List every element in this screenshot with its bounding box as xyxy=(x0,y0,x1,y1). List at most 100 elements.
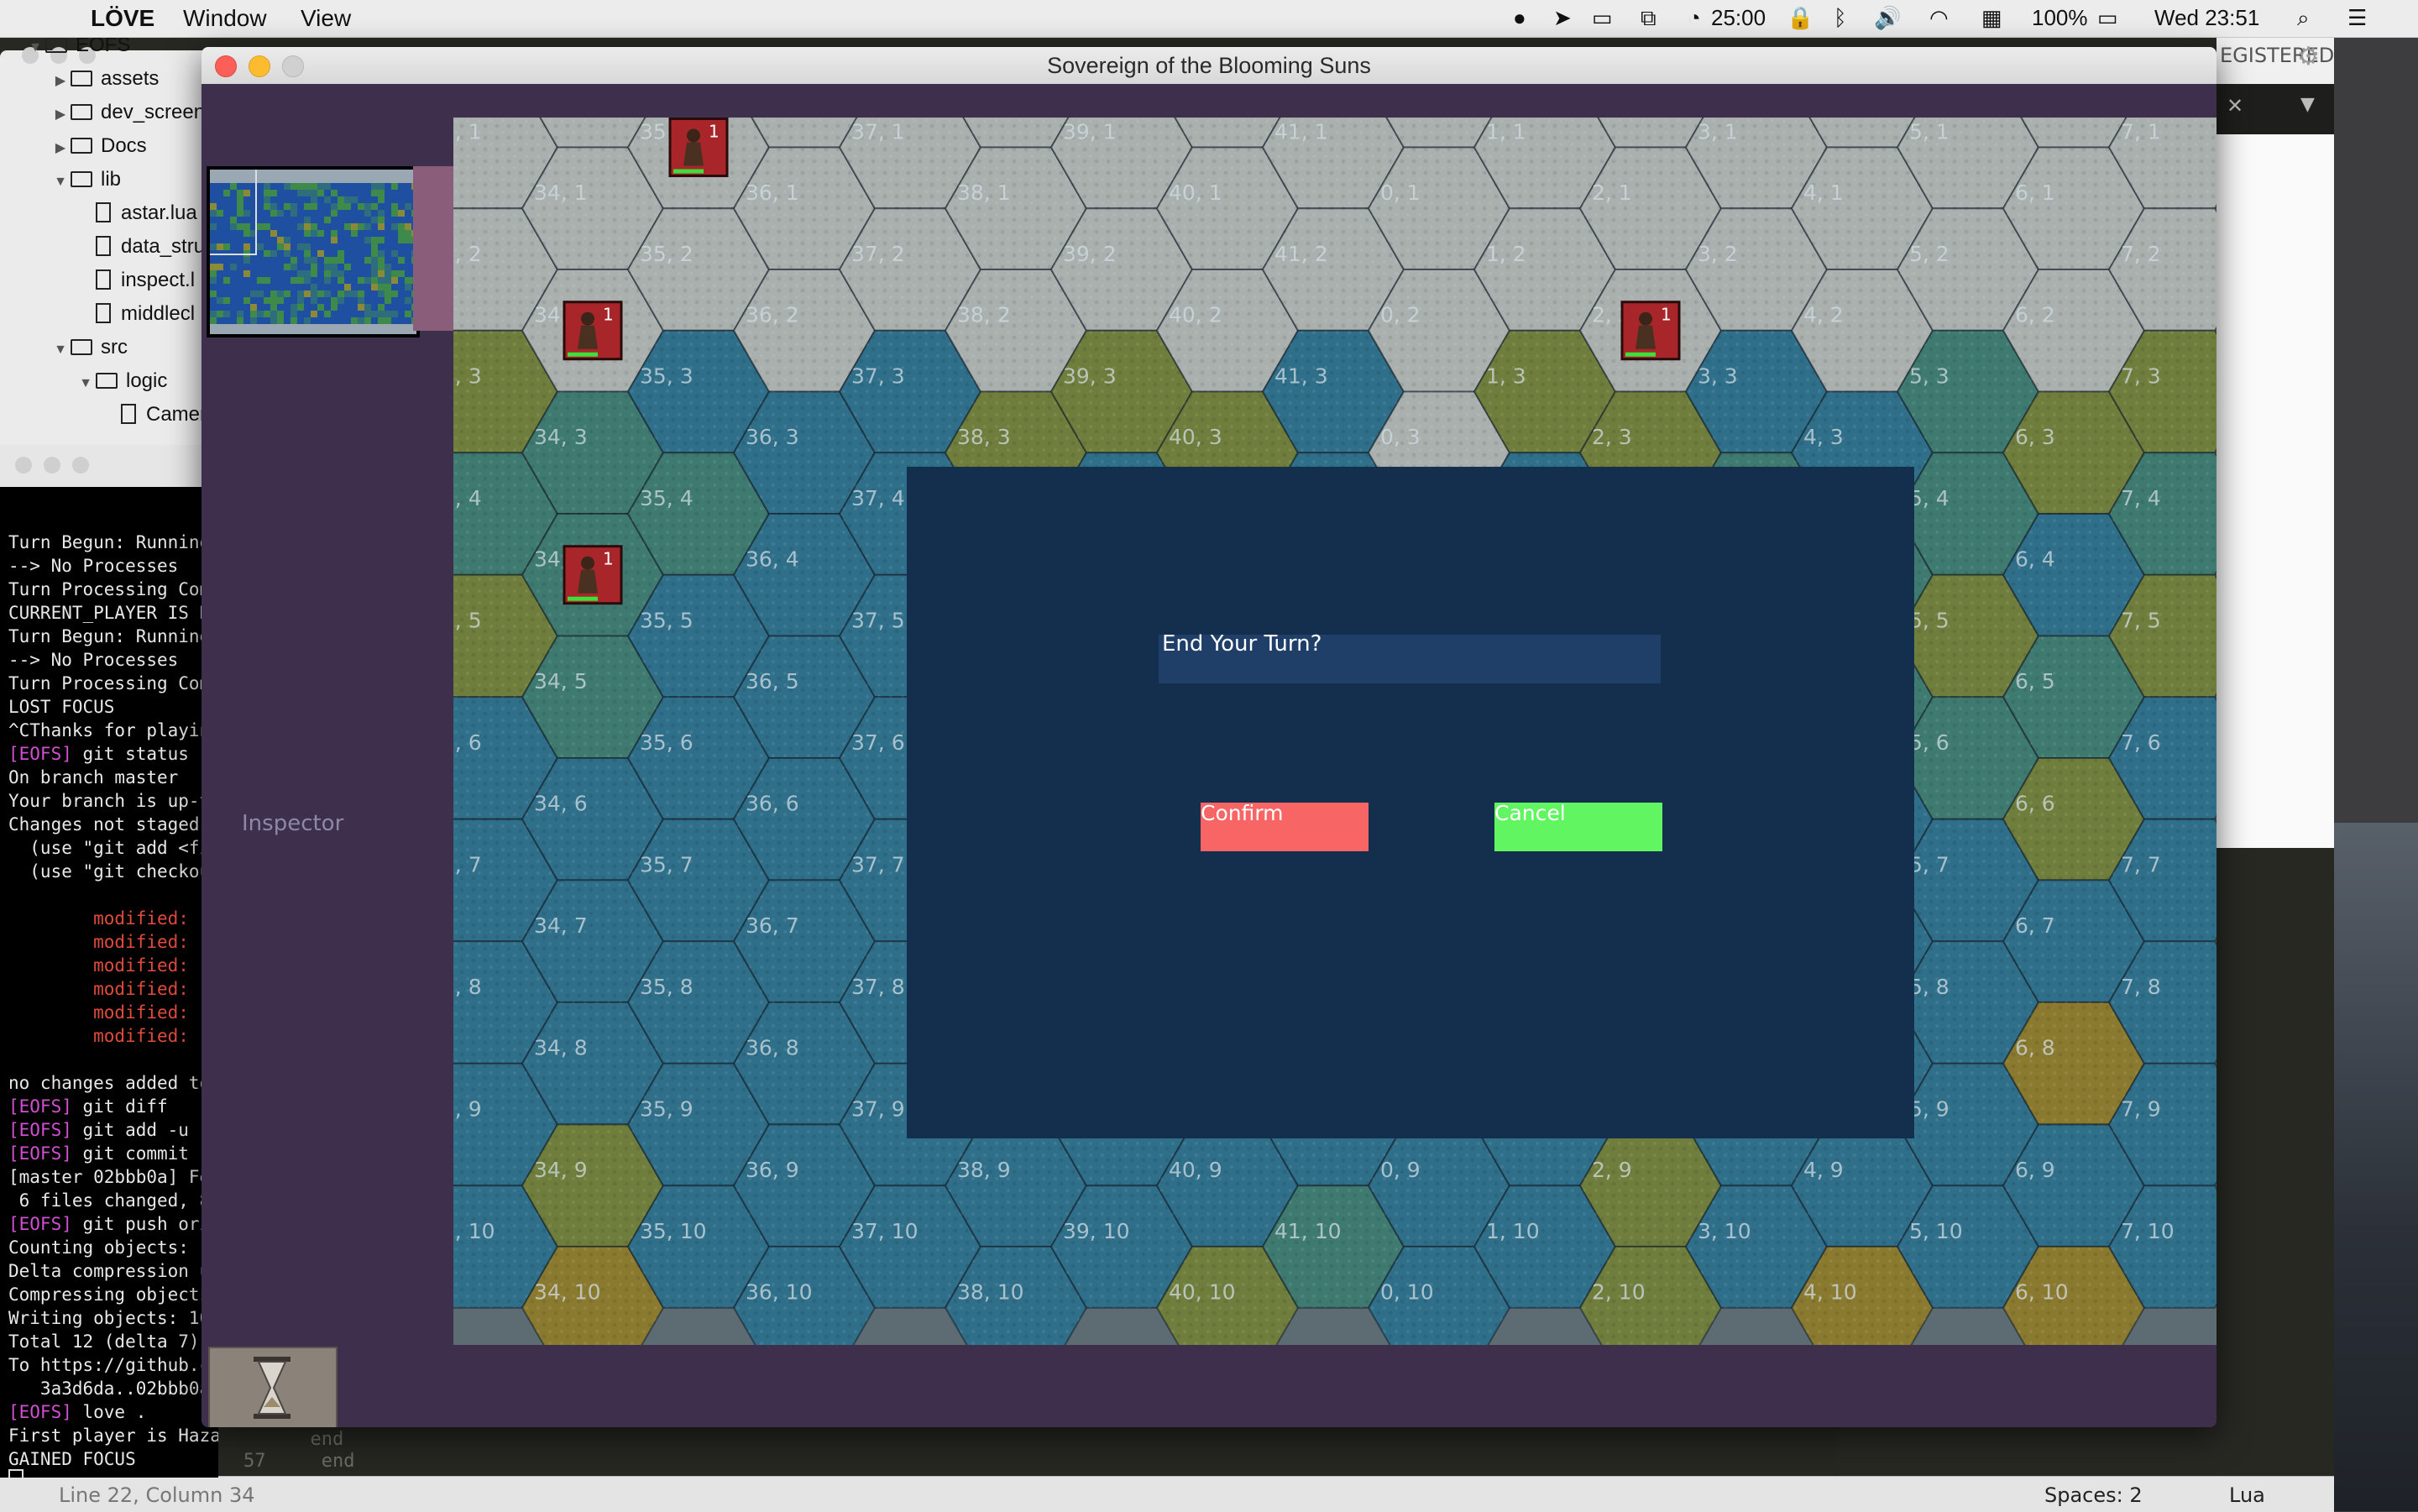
minimap-cell xyxy=(398,237,405,243)
unit-token[interactable]: 1 xyxy=(563,301,623,361)
menu-window[interactable]: Window xyxy=(183,5,267,32)
tree-file[interactable]: data_stru xyxy=(76,235,205,259)
minimap-cell xyxy=(264,223,270,230)
hex-coord-label: 7, 3 xyxy=(2121,364,2161,388)
wifi-icon[interactable]: ◠ xyxy=(1929,5,1949,31)
minimap-cell xyxy=(270,237,277,243)
minimap-cell xyxy=(257,243,264,250)
minimap-cell xyxy=(385,297,391,304)
gear-icon[interactable]: ⚙ xyxy=(2297,42,2320,71)
minimap-cell xyxy=(264,331,270,334)
close-window-button[interactable] xyxy=(215,55,237,77)
minimap-cell xyxy=(250,277,257,284)
minimap-cell xyxy=(290,223,297,230)
minimap-cell xyxy=(411,331,416,334)
tab-dropdown-icon[interactable]: ▼ xyxy=(2300,94,2315,115)
minimap[interactable] xyxy=(207,166,420,337)
terminal-line: Writing objects: 10 xyxy=(8,1308,211,1328)
minimap-cell xyxy=(311,290,317,297)
disclosure-open-icon[interactable]: ▼ xyxy=(25,40,45,55)
timer-readout[interactable]: 25:00 xyxy=(1711,5,1766,31)
syntax-setting[interactable]: Lua xyxy=(2229,1483,2265,1507)
zoom-window-button[interactable] xyxy=(72,457,89,473)
minimap-cell xyxy=(385,257,391,264)
hex-coord-label: 5, 2 xyxy=(1909,242,1950,266)
confirm-button[interactable]: Confirm xyxy=(1201,801,1369,851)
minimap-cell xyxy=(290,210,297,217)
terminal-window: Turn Begun: Running --> No Processes Turn … xyxy=(0,445,218,1478)
hex-coord-label: 33, 5 xyxy=(453,608,482,632)
tree-folder[interactable]: ▼ logic xyxy=(76,369,167,393)
close-tab-icon[interactable]: ✕ xyxy=(2227,94,2243,118)
minimap-cell xyxy=(338,223,344,230)
timer-icon[interactable]: ◔ xyxy=(1688,5,1701,31)
minimap-cell xyxy=(371,311,378,317)
notification-center-icon[interactable]: ☰ xyxy=(2347,5,2367,31)
hex-coord-label: 41, 3 xyxy=(1274,364,1328,388)
minimap-cell xyxy=(405,176,411,183)
minimize-window-button[interactable] xyxy=(44,457,60,473)
disclosure-open-icon[interactable]: ▼ xyxy=(76,376,96,391)
minimap-cell xyxy=(311,257,317,264)
disclosure-open-icon[interactable]: ▼ xyxy=(50,343,71,358)
minimap-cell xyxy=(264,290,270,297)
hex-coord-label: 0, 10 xyxy=(1380,1280,1434,1305)
unit-token[interactable]: 1 xyxy=(668,118,729,177)
minimize-window-button[interactable] xyxy=(249,55,270,77)
disclosure-closed-icon[interactable]: ▶ xyxy=(50,72,71,89)
menu-view[interactable]: View xyxy=(301,5,351,32)
minimap-cell xyxy=(364,196,371,203)
zoom-window-button[interactable] xyxy=(282,55,304,77)
minimap-cell xyxy=(237,264,243,270)
minimap-cell xyxy=(270,250,277,257)
hex-coord-label: 33, 1 xyxy=(453,119,482,144)
disclosure-open-icon[interactable]: ▼ xyxy=(50,175,71,190)
disclosure-closed-icon[interactable]: ▶ xyxy=(50,106,71,123)
minimap-cell xyxy=(371,196,378,203)
hex-coord-label: 5, 3 xyxy=(1909,364,1950,388)
wechat-icon[interactable]: ● xyxy=(1513,5,1526,31)
menu-clock[interactable]: Wed 23:51 xyxy=(2154,5,2259,31)
tree-folder[interactable]: ▶ assets xyxy=(50,67,160,91)
battery-percent[interactable]: 100% xyxy=(2032,5,2088,31)
menu-app-name[interactable]: LÖVE xyxy=(91,5,154,32)
unit-token[interactable]: 1 xyxy=(1620,301,1681,361)
volume-icon[interactable]: 🔊 xyxy=(1874,5,1901,31)
indentation-setting[interactable]: Spaces: 2 xyxy=(2044,1483,2143,1507)
flag-icon[interactable]: ▦ xyxy=(1981,5,2002,31)
minimap-cell xyxy=(364,277,371,284)
minimap-cell xyxy=(257,304,264,311)
cancel-button[interactable]: Cancel xyxy=(1494,801,1662,851)
minimap-scrollbar[interactable] xyxy=(413,166,453,331)
tree-file[interactable]: middlecl xyxy=(76,302,195,326)
minimap-cell xyxy=(324,230,331,237)
telegram-icon[interactable]: ➤ xyxy=(1553,5,1572,31)
minimap-cell xyxy=(230,297,237,304)
minimap-viewport[interactable] xyxy=(210,170,257,255)
minimap-cell xyxy=(344,331,351,334)
tree-file[interactable]: inspect.l xyxy=(76,269,195,292)
close-window-button[interactable] xyxy=(15,457,32,473)
screen-icon[interactable]: ⧉ xyxy=(1641,5,1656,32)
minimap-cell xyxy=(391,304,398,311)
spotlight-search-icon[interactable]: ⌕ xyxy=(2297,5,2310,32)
camera-icon[interactable]: ▭ xyxy=(1592,5,1613,31)
battery-icon[interactable]: ▭ xyxy=(2097,5,2118,31)
tree-file[interactable]: astar.lua xyxy=(76,201,197,225)
tree-folder[interactable]: ▶ Docs xyxy=(50,134,147,158)
end-turn-hourglass[interactable] xyxy=(208,1347,338,1427)
minimap-cell xyxy=(338,284,344,290)
minimap-cell xyxy=(344,257,351,264)
tree-file[interactable]: Camer xyxy=(101,403,207,426)
disclosure-closed-icon[interactable]: ▶ xyxy=(50,139,71,156)
unit-token[interactable]: 1 xyxy=(563,545,623,605)
terminal-line: On branch master xyxy=(8,767,179,787)
terminal-line: modified: xyxy=(8,932,189,952)
tree-folder[interactable]: ▶ dev_screen xyxy=(50,101,205,124)
bluetooth-icon[interactable]: ᛒ xyxy=(1834,5,1847,31)
lock-icon[interactable]: 🔒 xyxy=(1787,5,1814,31)
tree-folder[interactable]: ▼ lib xyxy=(50,168,121,191)
minimap-cell xyxy=(297,243,304,250)
tree-folder[interactable]: ▼ src xyxy=(50,336,128,359)
hex-coord-label: 0, 1 xyxy=(1380,180,1421,205)
